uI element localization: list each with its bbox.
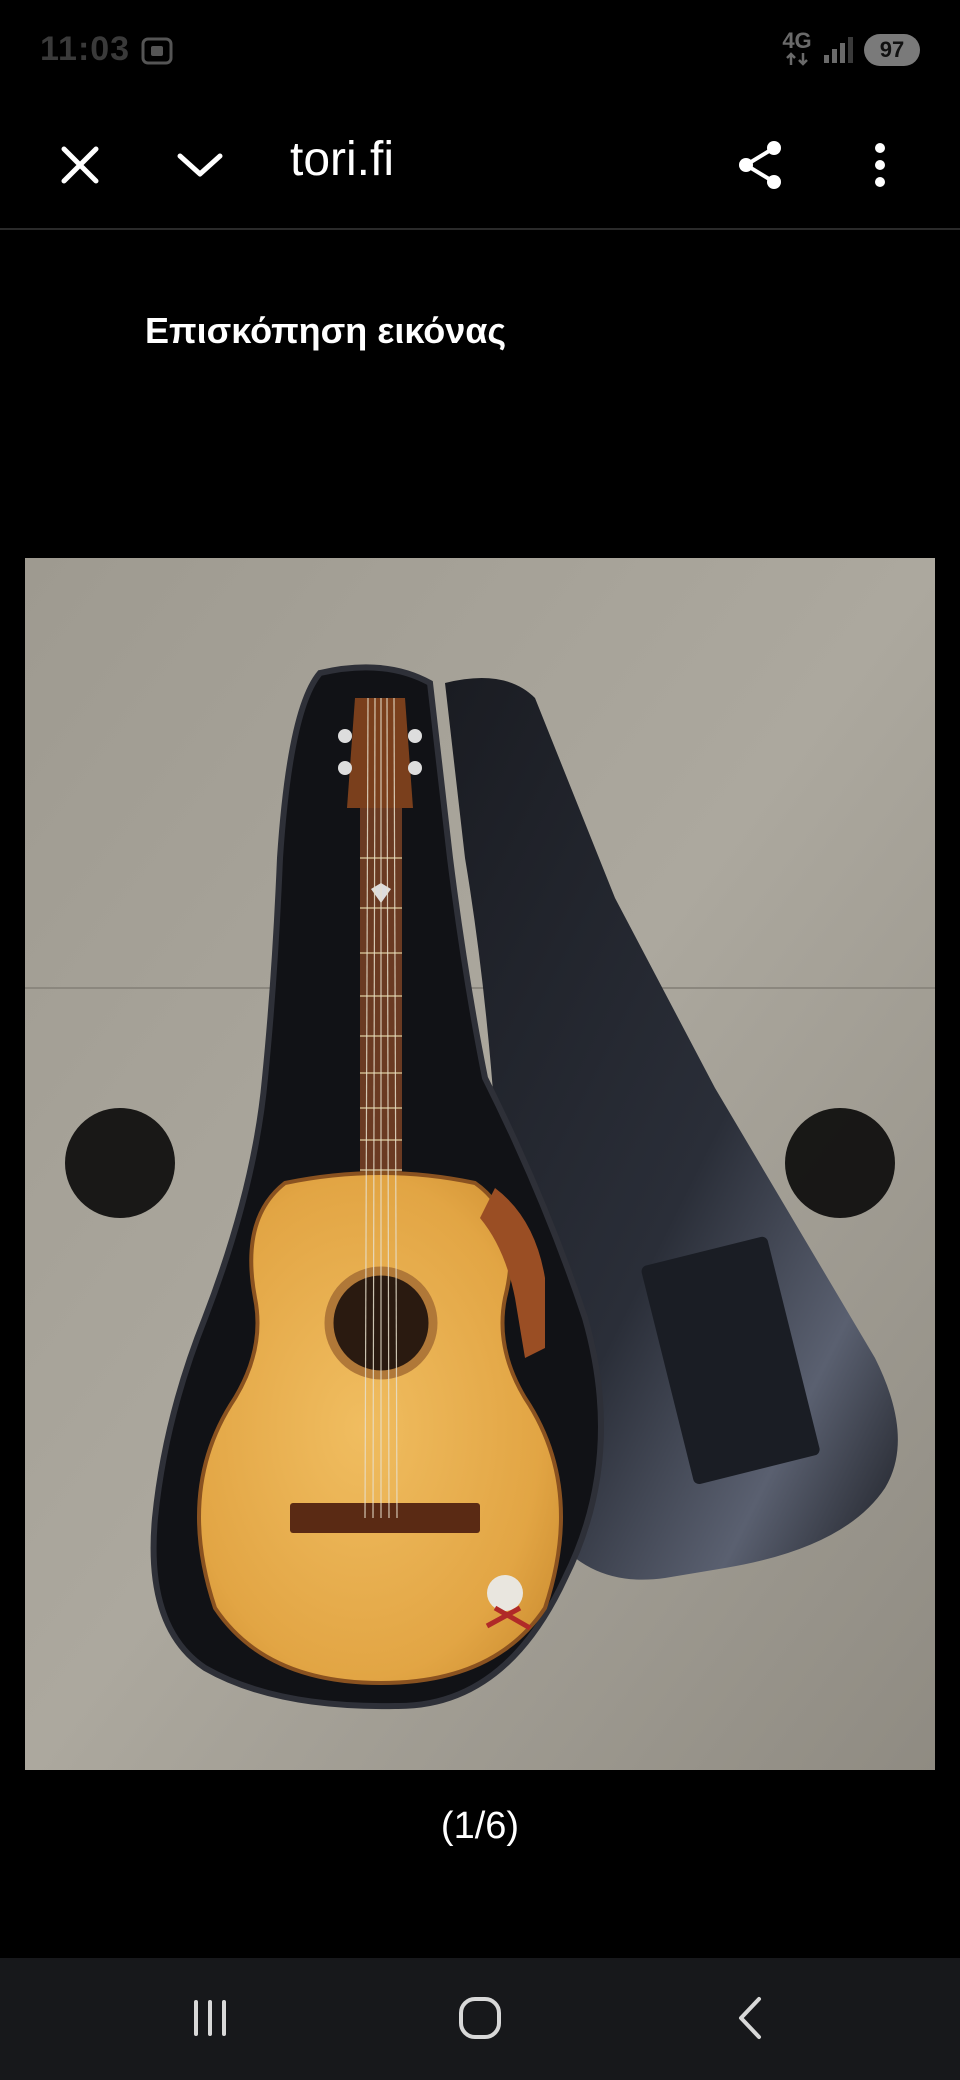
home-button[interactable] <box>430 1978 530 2058</box>
home-icon <box>459 1997 501 2039</box>
status-time: 11:03 <box>40 30 131 68</box>
status-bar: 11:03 4G 97 <box>0 0 960 100</box>
system-navigation-bar <box>0 1958 960 2080</box>
battery-indicator: 97 <box>864 34 920 66</box>
page-title: tori.fi <box>290 133 395 186</box>
recents-button[interactable] <box>160 1978 260 2058</box>
back-button[interactable] <box>700 1978 800 2058</box>
previous-image-button[interactable] <box>65 1108 175 1218</box>
status-indicators: 4G 97 <box>782 30 920 70</box>
image-preview-screen: 11:03 4G 97 tori.fi Επισκόπηση εικόνας (… <box>0 0 960 2080</box>
chevron-down-icon <box>177 153 223 177</box>
next-image-button[interactable] <box>785 1108 895 1218</box>
share-button[interactable] <box>720 125 800 205</box>
share-icon <box>739 141 781 189</box>
screenshot-icon <box>141 37 173 65</box>
more-options-button[interactable] <box>840 125 920 205</box>
close-button[interactable] <box>40 125 120 205</box>
recents-icon <box>194 2000 226 2036</box>
signal-icon <box>824 37 853 63</box>
network-type: 4G <box>782 30 812 68</box>
close-icon <box>61 146 99 184</box>
top-app-bar: tori.fi <box>0 100 960 230</box>
image-preview-heading: Επισκόπηση εικόνας <box>145 310 507 351</box>
image-counter: (1/6) <box>440 1805 520 1847</box>
back-icon <box>739 1997 761 2039</box>
more-vert-icon <box>875 143 885 187</box>
data-transfer-icon <box>786 52 808 66</box>
collapse-button[interactable] <box>160 125 240 205</box>
